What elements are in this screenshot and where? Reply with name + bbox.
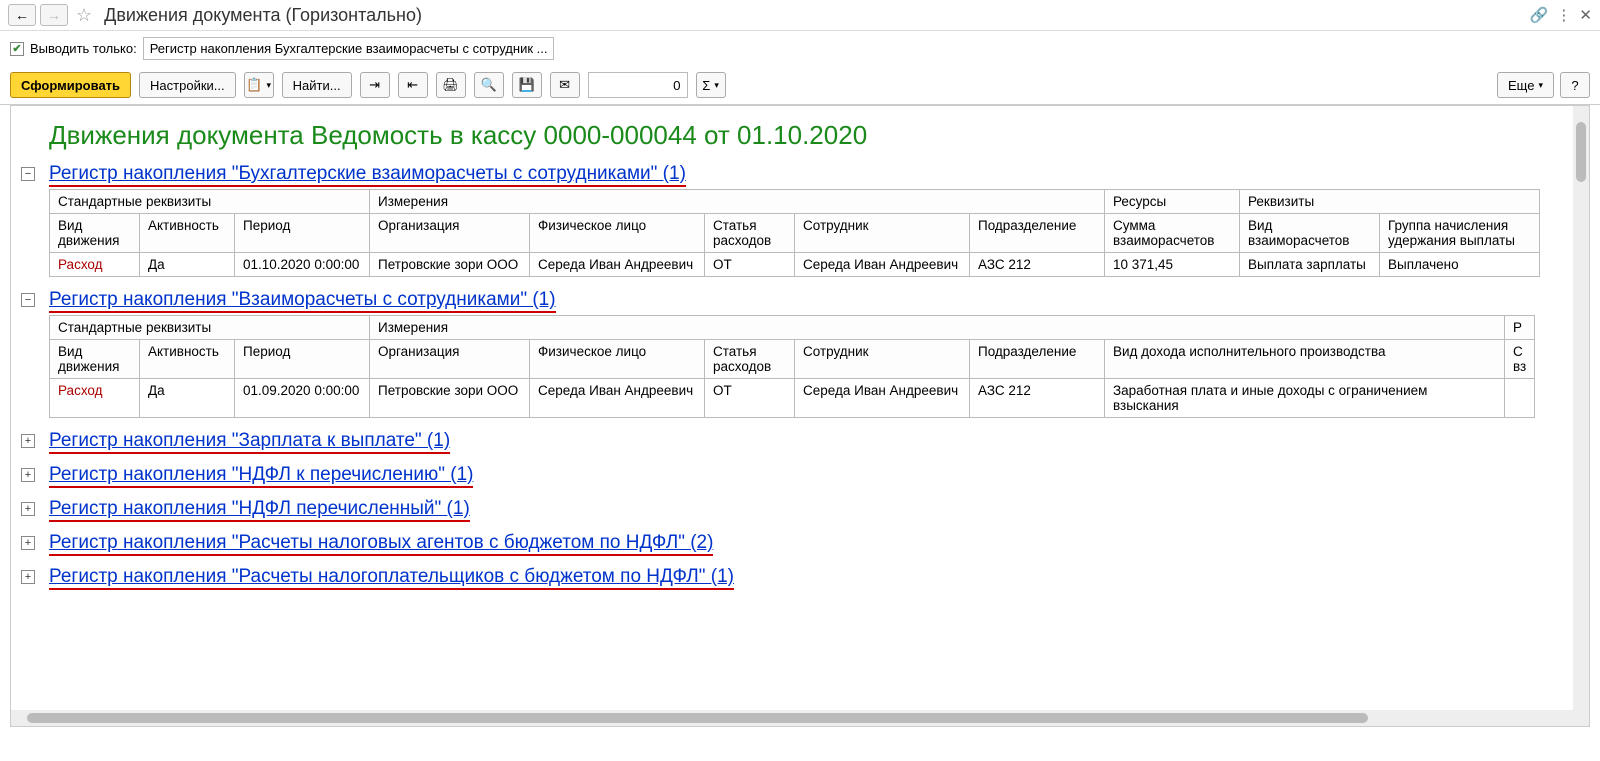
- register2-table: Стандартные реквизиты Измерения Р Вид дв…: [49, 315, 1535, 418]
- col-header: Активность: [140, 214, 235, 253]
- col-header: Организация: [370, 214, 530, 253]
- nav-forward-button[interactable]: →: [40, 4, 68, 26]
- register-link[interactable]: Регистр накопления "Расчеты налогоплател…: [49, 566, 734, 590]
- sum-button[interactable]: Σ ▾: [696, 72, 726, 98]
- toolbar: Сформировать Настройки... 📋▾ Найти... ⇥ …: [0, 66, 1600, 105]
- toggle-collapse[interactable]: −: [21, 167, 35, 181]
- col-header: Группа начисления удержания выплаты: [1380, 214, 1540, 253]
- report-area: Движения документа Ведомость в кассу 000…: [10, 105, 1590, 727]
- register-link[interactable]: Регистр накопления "Бухгалтерские взаимо…: [49, 163, 686, 187]
- report-title: Движения документа Ведомость в кассу 000…: [49, 120, 1579, 151]
- link-icon[interactable]: 🔗: [1530, 6, 1549, 24]
- col-header: Вид движения: [50, 214, 140, 253]
- preview-button[interactable]: 🔍: [474, 72, 504, 98]
- filter-select[interactable]: Регистр накопления Бухгалтерские взаимор…: [143, 37, 555, 60]
- page-title: Движения документа (Горизонтально): [104, 5, 422, 26]
- col-header: Физическое лицо: [530, 340, 705, 379]
- table-row[interactable]: Расход Да 01.09.2020 0:00:00 Петровские …: [50, 379, 1535, 418]
- nav-back-button[interactable]: ←: [8, 4, 36, 26]
- horizontal-scrollbar[interactable]: [11, 710, 1589, 726]
- filter-select-text: Регистр накопления Бухгалтерские взаимор…: [150, 41, 548, 56]
- col-group: Р: [1505, 316, 1535, 340]
- close-icon[interactable]: ✕: [1579, 6, 1592, 24]
- print-button[interactable]: 🖨: [436, 72, 466, 98]
- register1-table: Стандартные реквизиты Измерения Ресурсы …: [49, 189, 1540, 277]
- toggle-expand[interactable]: +: [21, 570, 35, 584]
- toggle-collapse[interactable]: −: [21, 293, 35, 307]
- col-header: Период: [235, 214, 370, 253]
- register-link[interactable]: Регистр накопления "Расчеты налоговых аг…: [49, 532, 713, 556]
- register-link[interactable]: Регистр накопления "Зарплата к выплате" …: [49, 430, 450, 454]
- number-input[interactable]: [588, 72, 688, 98]
- filter-label: Выводить только:: [30, 41, 137, 56]
- find-button[interactable]: Найти...: [282, 72, 352, 98]
- col-header: Сотрудник: [795, 340, 970, 379]
- col-header: Период: [235, 340, 370, 379]
- help-button[interactable]: ?: [1560, 72, 1590, 98]
- kebab-icon[interactable]: ⋮: [1556, 6, 1571, 24]
- vertical-scrollbar[interactable]: [1573, 106, 1589, 710]
- col-header: Вид взаиморасчетов: [1240, 214, 1380, 253]
- collapse-button[interactable]: ⇤: [398, 72, 428, 98]
- copy-button[interactable]: 📋▾: [244, 72, 274, 98]
- save-button[interactable]: 💾: [512, 72, 542, 98]
- col-header: Подразделение: [970, 214, 1105, 253]
- register-link[interactable]: Регистр накопления "НДФЛ перечисленный" …: [49, 498, 470, 522]
- col-header: С вз: [1505, 340, 1535, 379]
- table-row[interactable]: Расход Да 01.10.2020 0:00:00 Петровские …: [50, 253, 1540, 277]
- toggle-expand[interactable]: +: [21, 536, 35, 550]
- register-link[interactable]: Регистр накопления "Взаиморасчеты с сотр…: [49, 289, 556, 313]
- settings-button[interactable]: Настройки...: [139, 72, 236, 98]
- col-header: Физическое лицо: [530, 214, 705, 253]
- col-group: Стандартные реквизиты: [50, 316, 370, 340]
- titlebar: ← → ☆ Движения документа (Горизонтально)…: [0, 0, 1600, 31]
- toggle-expand[interactable]: +: [21, 468, 35, 482]
- more-button[interactable]: Еще ▾: [1497, 72, 1554, 98]
- col-header: Активность: [140, 340, 235, 379]
- register-link[interactable]: Регистр накопления "НДФЛ к перечислению"…: [49, 464, 473, 488]
- expand-button[interactable]: ⇥: [360, 72, 390, 98]
- col-group: Стандартные реквизиты: [50, 190, 370, 214]
- col-group: Ресурсы: [1105, 190, 1240, 214]
- col-header: Организация: [370, 340, 530, 379]
- col-header: Сумма взаиморасчетов: [1105, 214, 1240, 253]
- col-group: Измерения: [370, 316, 1505, 340]
- col-header: Статья расходов: [705, 214, 795, 253]
- toggle-expand[interactable]: +: [21, 502, 35, 516]
- star-icon[interactable]: ☆: [76, 5, 92, 26]
- email-button[interactable]: ✉: [550, 72, 580, 98]
- filter-row: ✔ Выводить только: Регистр накопления Бу…: [0, 31, 1600, 66]
- col-header: Подразделение: [970, 340, 1105, 379]
- col-header: Вид движения: [50, 340, 140, 379]
- col-group: Измерения: [370, 190, 1105, 214]
- toggle-expand[interactable]: +: [21, 434, 35, 448]
- col-header: Статья расходов: [705, 340, 795, 379]
- col-header: Сотрудник: [795, 214, 970, 253]
- col-header: Вид дохода исполнительного производства: [1105, 340, 1505, 379]
- filter-checkbox[interactable]: ✔: [10, 42, 24, 56]
- form-button[interactable]: Сформировать: [10, 72, 131, 98]
- col-group: Реквизиты: [1240, 190, 1540, 214]
